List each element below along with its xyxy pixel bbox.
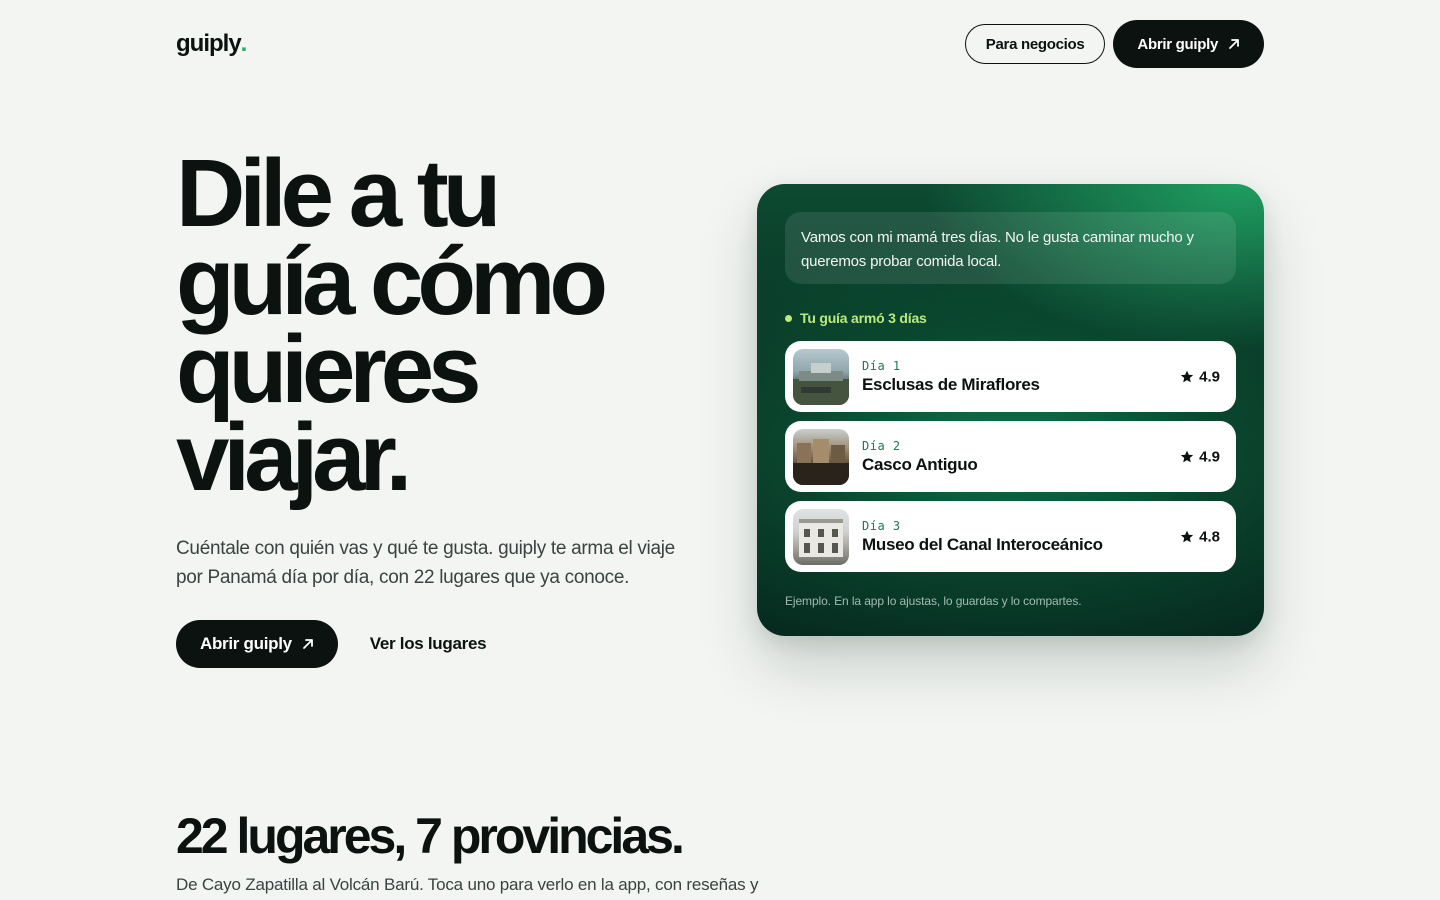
day-label: Día 1 [862, 358, 901, 373]
itinerary-status: Tu guía armó 3 días [785, 310, 927, 326]
business-button[interactable]: Para negocios [964, 24, 1106, 64]
site-header: guiply. Para negocios Abrir guiply [176, 20, 1264, 68]
logo-dot: . [240, 30, 248, 57]
day-label: Día 2 [862, 438, 901, 453]
day-item[interactable]: Día 3 Museo del Canal Interoceánico 4.8 [785, 501, 1236, 572]
itinerary-card: Vamos con mi mamá tres días. No le gusta… [757, 184, 1264, 636]
status-dot [785, 314, 792, 322]
hero-title-line: guía cómo [176, 228, 608, 335]
arrow-up-right-icon [1228, 38, 1240, 50]
hero-actions: Abrir guiply Ver los lugares [176, 620, 487, 668]
hero-title-line: Dile a tu [176, 140, 501, 247]
place-thumbnail [793, 348, 849, 405]
open-app-button-hero[interactable]: Abrir guiply [176, 620, 338, 668]
rating-value: 4.8 [1199, 528, 1220, 545]
logo[interactable]: guiply. [176, 30, 248, 58]
landing-page: guiply. Para negocios Abrir guiply Dile … [0, 0, 1440, 900]
open-app-button-label: Abrir guiply [1137, 35, 1218, 53]
day-text: Día 3 Museo del Canal Interoceánico [862, 519, 1103, 555]
rating-value: 4.9 [1199, 448, 1220, 465]
places-section-subtitle: De Cayo Zapatilla al Volcán Barú. Toca u… [176, 875, 759, 894]
day-text: Día 2 Casco Antiguo [862, 438, 978, 475]
place-thumbnail [793, 428, 849, 485]
place-name: Museo del Canal Interoceánico [862, 534, 1103, 554]
place-rating: 4.9 [1180, 368, 1220, 385]
star-icon [1181, 370, 1194, 383]
place-name: Casco Antiguo [862, 454, 978, 474]
hero-title-line: quieres [176, 316, 481, 423]
hero-subtitle: Cuéntale con quién vas y qué te gusta. g… [176, 538, 675, 588]
hero-title-line: viajar. [176, 404, 412, 511]
day-text: Día 1 Esclusas de Miraflores [862, 359, 1040, 395]
place-thumbnail [793, 508, 849, 565]
logo-text: guiply [176, 30, 242, 57]
day-item[interactable]: Día 1 Esclusas de Miraflores 4.9 [785, 341, 1236, 412]
star-icon [1181, 530, 1194, 543]
arrow-up-right-icon [302, 638, 314, 650]
places-section-title: 22 lugares, 7 provincias. [176, 808, 685, 864]
open-app-button-label: Abrir guiply [200, 634, 292, 653]
place-rating: 4.9 [1180, 448, 1220, 465]
open-app-button-header[interactable]: Abrir guiply [1113, 20, 1264, 68]
prompt-bubble: Vamos con mi mamá tres días. No le gusta… [785, 212, 1236, 284]
rating-value: 4.9 [1199, 368, 1220, 385]
view-places-link[interactable]: Ver los lugares [370, 634, 487, 654]
place-rating: 4.8 [1180, 528, 1220, 545]
star-icon [1181, 450, 1194, 463]
status-text: Tu guía armó 3 días [800, 310, 927, 326]
place-name: Esclusas de Miraflores [862, 374, 1040, 394]
business-button-label: Para negocios [985, 35, 1085, 53]
day-list: Día 1 Esclusas de Miraflores 4.9 Día 2 C… [785, 341, 1236, 581]
hero-title: Dile a tu guía cómo quieres viajar. [176, 140, 736, 511]
card-footnote: Ejemplo. En la app lo ajustas, lo guarda… [785, 594, 1082, 608]
day-item[interactable]: Día 2 Casco Antiguo 4.9 [785, 421, 1236, 492]
header-actions: Para negocios Abrir guiply [964, 20, 1264, 68]
day-label: Día 3 [862, 518, 901, 533]
